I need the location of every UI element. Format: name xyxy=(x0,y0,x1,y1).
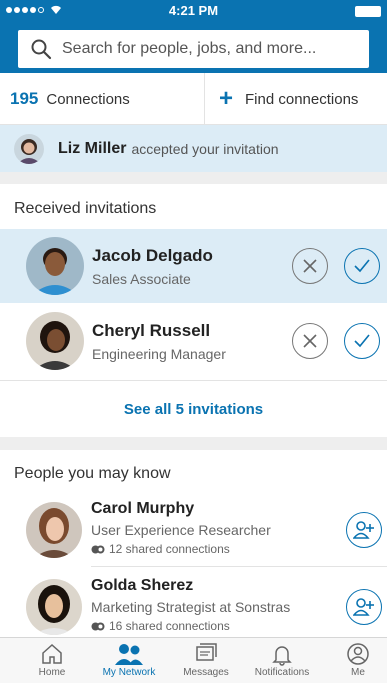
close-icon xyxy=(303,334,317,348)
shared-connections-text: 12 shared connections xyxy=(109,542,230,556)
connections-button[interactable]: 195 Connections xyxy=(0,73,205,125)
ignore-button[interactable] xyxy=(292,323,328,359)
invitation-name: Cheryl Russell xyxy=(92,321,211,340)
suggestion-name: Golda Sherez xyxy=(91,577,194,594)
see-all-invitations-link[interactable]: See all 5 invitations xyxy=(0,401,387,418)
search-input[interactable]: Search for people, jobs, and more... xyxy=(18,30,369,68)
close-icon xyxy=(303,259,317,273)
tab-home[interactable]: Home xyxy=(26,638,78,683)
tab-my-network[interactable]: My Network xyxy=(92,638,166,683)
people-you-may-know-title: People you may know xyxy=(14,465,171,482)
invitation-accepted-banner[interactable]: Liz Miller accepted your invitation xyxy=(0,125,387,172)
shared-connections-text: 16 shared connections xyxy=(109,619,230,633)
find-connections-label: Find connections xyxy=(245,90,359,108)
avatar xyxy=(26,312,84,370)
section-divider xyxy=(0,437,387,450)
banner-text: accepted your invitation xyxy=(131,140,279,157)
suggestion-title: Marketing Strategist at Sonstras xyxy=(91,599,291,615)
tab-me[interactable]: Me xyxy=(338,638,378,683)
avatar xyxy=(26,502,82,558)
banner-name: Liz Miller xyxy=(58,139,127,157)
suggestion-name: Carol Murphy xyxy=(91,500,195,517)
status-bar: 4:21 PM xyxy=(0,0,387,22)
top-header: 4:21 PM Search for people, jobs, and mor… xyxy=(0,0,387,73)
tab-label: Messages xyxy=(183,667,229,678)
tab-label: Me xyxy=(351,667,365,678)
network-icon xyxy=(115,644,143,665)
tab-messages[interactable]: Messages xyxy=(178,638,234,683)
tab-label: Home xyxy=(38,667,66,678)
add-person-icon xyxy=(353,521,374,539)
suggestion-title: User Experience Researcher xyxy=(91,522,271,538)
avatar xyxy=(26,237,84,295)
divider xyxy=(91,566,387,567)
search-icon xyxy=(31,39,52,60)
home-icon xyxy=(42,643,62,664)
connect-button[interactable] xyxy=(346,512,382,548)
invitation-title: Engineering Manager xyxy=(92,346,226,362)
check-icon xyxy=(354,334,370,348)
check-icon xyxy=(354,259,370,273)
messages-icon xyxy=(196,643,217,661)
plus-icon: + xyxy=(219,85,234,112)
tab-label: Notifications xyxy=(254,667,310,678)
suggestion-row[interactable]: Carol Murphy User Experience Researcher … xyxy=(0,496,387,572)
add-person-icon xyxy=(353,598,374,616)
connections-label: Connections xyxy=(46,90,130,108)
connections-count: 195 xyxy=(10,89,39,108)
tab-label: My Network xyxy=(102,667,156,678)
shared-connections-icon xyxy=(91,622,105,630)
accept-button[interactable] xyxy=(344,248,380,284)
ignore-button[interactable] xyxy=(292,248,328,284)
invitation-name: Jacob Delgado xyxy=(92,246,213,265)
shared-connections: 16 shared connections xyxy=(91,619,230,633)
invitation-title: Sales Associate xyxy=(92,271,191,287)
received-invitations-title: Received invitations xyxy=(14,200,157,217)
search-placeholder: Search for people, jobs, and more... xyxy=(62,40,317,57)
bell-icon xyxy=(272,646,292,666)
me-icon xyxy=(347,643,369,665)
shared-connections-icon xyxy=(91,545,105,553)
status-time: 4:21 PM xyxy=(168,3,219,18)
avatar xyxy=(14,133,44,164)
find-connections-button[interactable]: + Find connections xyxy=(205,73,387,125)
battery-icon xyxy=(355,6,381,17)
connect-button[interactable] xyxy=(346,589,382,625)
divider xyxy=(0,380,387,381)
connections-row: 195 Connections + Find connections xyxy=(0,73,387,125)
invitation-row[interactable]: Cheryl Russell Engineering Manager xyxy=(0,304,387,378)
section-divider xyxy=(0,172,387,184)
tab-notifications[interactable]: Notifications xyxy=(246,638,318,683)
avatar xyxy=(26,579,82,635)
accept-button[interactable] xyxy=(344,323,380,359)
invitation-row[interactable]: Jacob Delgado Sales Associate xyxy=(0,229,387,303)
shared-connections: 12 shared connections xyxy=(91,542,230,556)
tab-bar: Home My Network Messages Notifications M… xyxy=(0,637,387,683)
